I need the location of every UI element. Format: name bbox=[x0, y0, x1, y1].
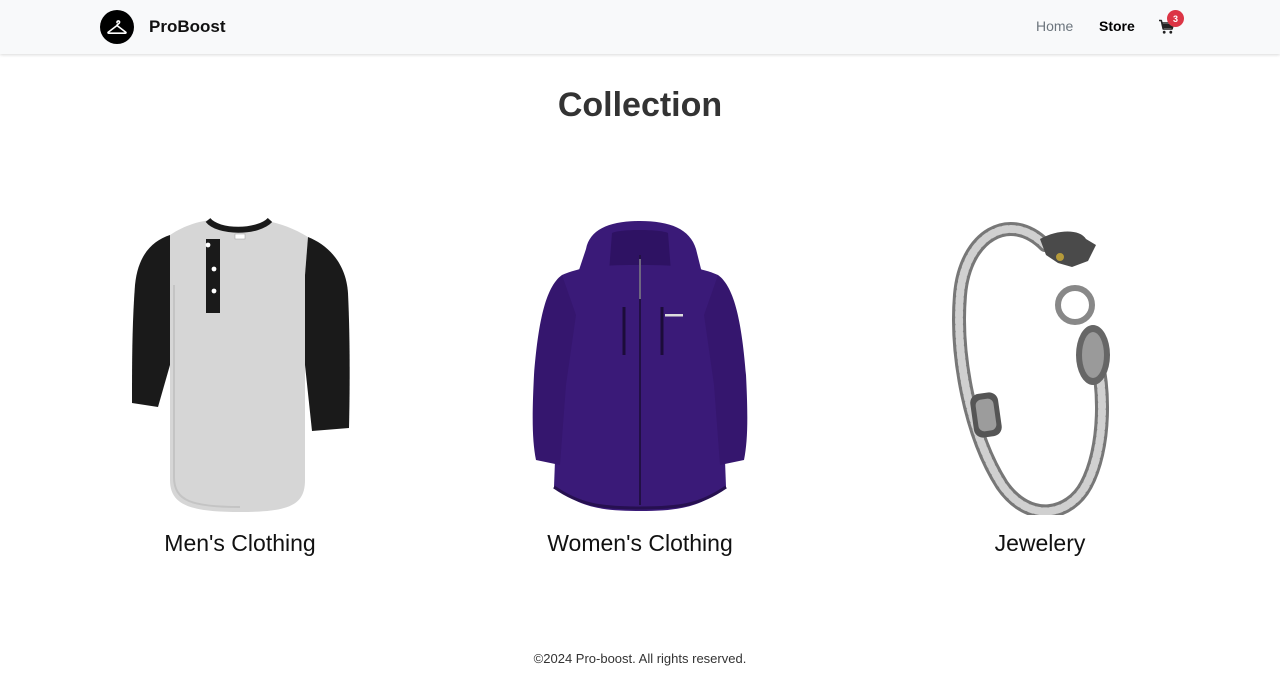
cart-count-badge: 3 bbox=[1167, 10, 1184, 27]
category-label: Women's Clothing bbox=[547, 530, 733, 556]
brand-link[interactable]: ProBoost bbox=[100, 10, 226, 44]
category-card-mens-clothing[interactable]: Men's Clothing bbox=[90, 215, 390, 575]
page-title: Collection bbox=[557, 86, 723, 124]
hanger-logo-icon bbox=[100, 10, 134, 44]
nav-link-store[interactable]: Store bbox=[1099, 18, 1135, 34]
category-label: Men's Clothing bbox=[164, 530, 316, 556]
category-card-womens-clothing[interactable]: Women's Clothing bbox=[490, 215, 790, 575]
nav-link-home[interactable]: Home bbox=[1036, 18, 1073, 34]
jacket-image bbox=[490, 215, 790, 515]
navbar: ProBoost Home Store 3 bbox=[0, 0, 1280, 54]
footer-copyright: ©2024 Pro-boost. All rights reserved. bbox=[533, 651, 747, 666]
bracelet-image bbox=[890, 215, 1190, 519]
category-card-jewelery[interactable]: Jewelery bbox=[890, 215, 1190, 575]
shirt-image bbox=[90, 215, 390, 515]
category-label: Jewelery bbox=[994, 530, 1086, 556]
brand-name: ProBoost bbox=[149, 17, 226, 36]
